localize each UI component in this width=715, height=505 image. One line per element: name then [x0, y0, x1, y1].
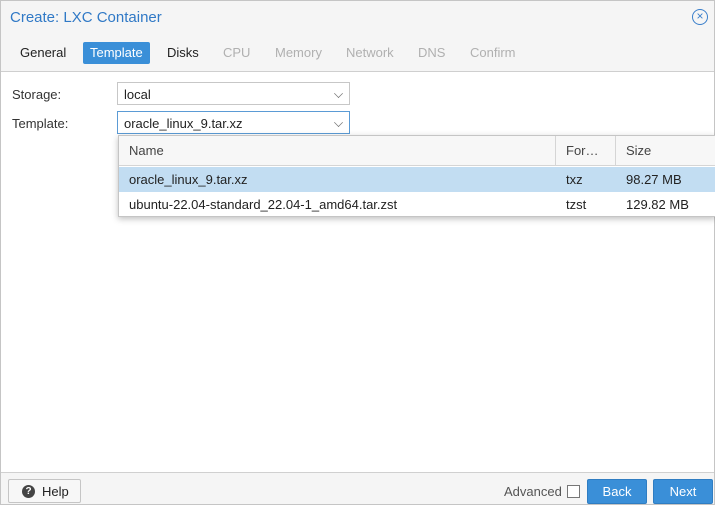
next-button[interactable]: Next [653, 479, 713, 504]
cell-name: oracle_linux_9.tar.xz [129, 172, 248, 187]
tab-cpu: CPU [223, 45, 251, 60]
chevron-down-icon[interactable] [334, 89, 343, 98]
table-row[interactable]: oracle_linux_9.tar.xz txz 98.27 MB [119, 167, 715, 192]
tab-dns: DNS [418, 45, 446, 60]
advanced-label: Advanced [504, 484, 562, 499]
create-lxc-dialog: Create: LXC Container × General Template… [0, 0, 715, 505]
wizard-tabs: General Template Disks CPU Memory Networ… [1, 35, 714, 72]
back-button[interactable]: Back [587, 479, 647, 504]
column-header-size[interactable]: Size [616, 136, 715, 166]
tab-general[interactable]: General [13, 42, 73, 64]
cell-size: 98.27 MB [626, 172, 682, 187]
help-button[interactable]: ? Help [8, 479, 81, 503]
template-value: oracle_linux_9.tar.xz [124, 116, 243, 131]
cell-size: 129.82 MB [626, 197, 689, 212]
template-select[interactable]: oracle_linux_9.tar.xz [117, 111, 350, 134]
table-row[interactable]: ubuntu-22.04-standard_22.04-1_amd64.tar.… [119, 192, 715, 217]
storage-select[interactable]: local [117, 82, 350, 105]
cell-format: txz [566, 172, 583, 187]
dialog-footer: ? Help Advanced Back Next [1, 472, 714, 504]
template-label: Template: [12, 116, 69, 131]
dialog-title: Create: LXC Container [10, 9, 162, 26]
column-header-format[interactable]: For… [556, 136, 616, 166]
tab-template[interactable]: Template [83, 42, 150, 64]
grid-header: Name For… Size [119, 136, 715, 166]
close-icon[interactable]: × [692, 9, 708, 25]
column-header-name[interactable]: Name [119, 136, 556, 166]
dialog-titlebar: Create: LXC Container × [1, 1, 714, 35]
tab-confirm: Confirm [470, 45, 516, 60]
tab-network: Network [346, 45, 394, 60]
storage-value: local [124, 87, 151, 102]
question-circle-icon: ? [22, 485, 35, 498]
tab-memory: Memory [275, 45, 322, 60]
chevron-down-icon[interactable] [334, 118, 343, 127]
storage-label: Storage: [12, 87, 62, 102]
cell-name: ubuntu-22.04-standard_22.04-1_amd64.tar.… [129, 197, 398, 212]
cell-format: tzst [566, 197, 587, 212]
help-button-label: Help [42, 484, 69, 499]
template-dropdown-grid: Name For… Size oracle_linux_9.tar.xz txz… [118, 135, 715, 217]
tab-disks[interactable]: Disks [160, 42, 206, 64]
advanced-checkbox[interactable] [567, 485, 580, 498]
